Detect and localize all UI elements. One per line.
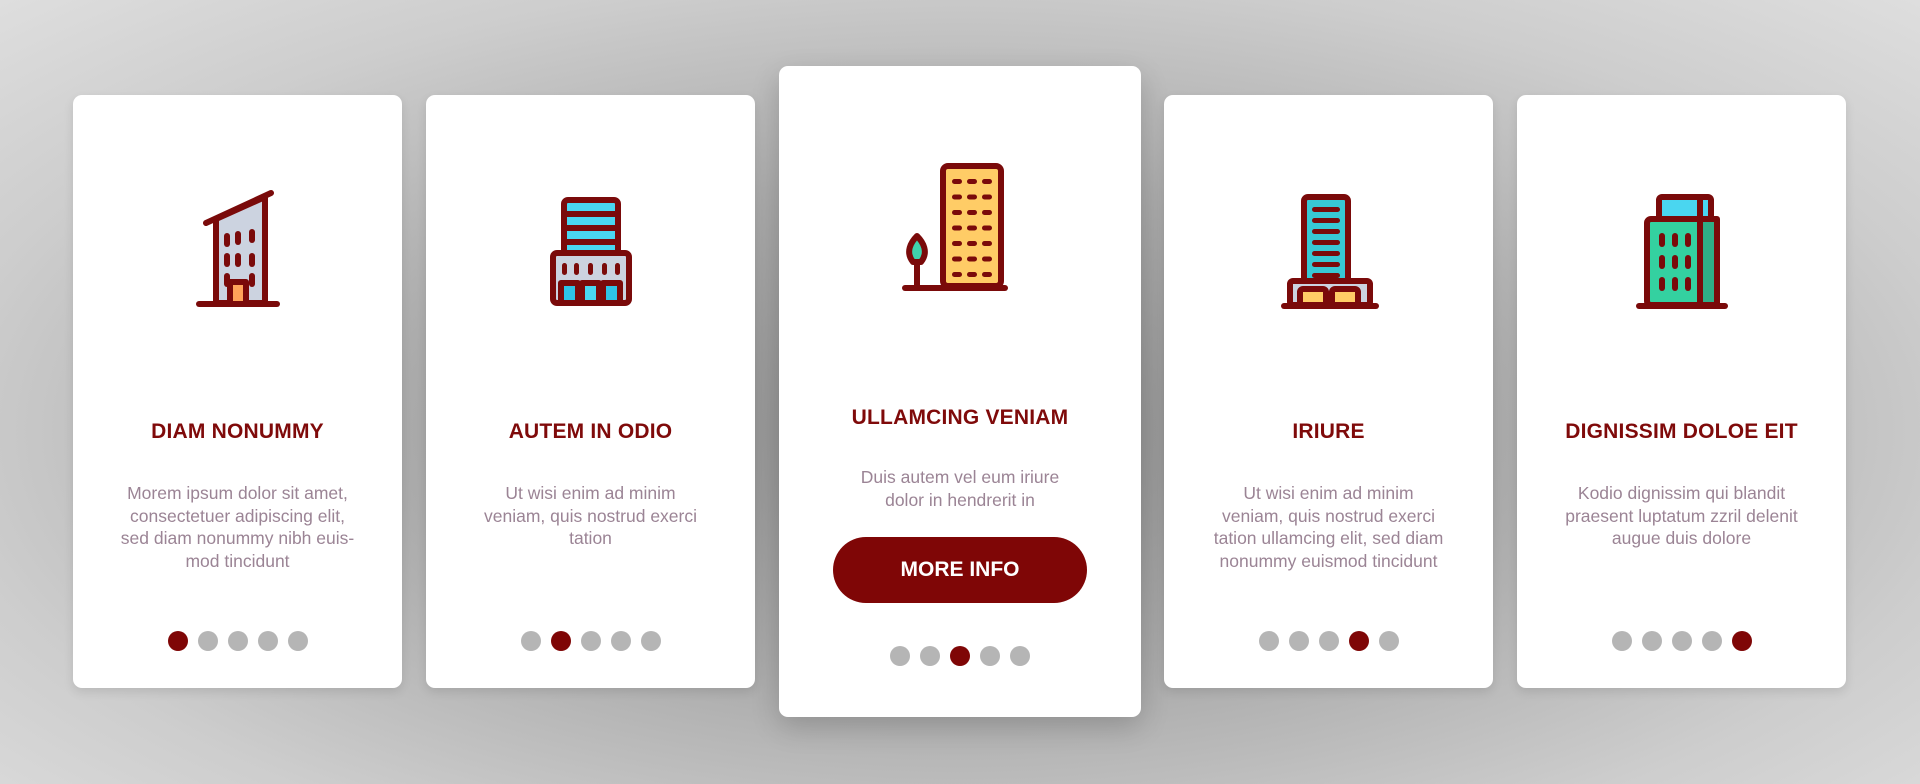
card-title: IRIURE — [1292, 420, 1365, 443]
pagination-dot-2[interactable] — [197, 631, 218, 651]
pagination-dot-3[interactable] — [1671, 631, 1692, 651]
window-mark — [967, 194, 977, 200]
pagination-dots — [426, 631, 755, 651]
pagination-dot-3-active[interactable] — [950, 646, 970, 666]
card-description: Ut wisi enim ad minim veniam, quis nostr… — [456, 482, 725, 550]
card-description: Duis autem vel eum iriure dolor in hendr… — [809, 466, 1111, 511]
pagination-dot-4[interactable] — [257, 631, 278, 651]
onboarding-card-4: IRIURE Ut wisi enim ad minim veniam, qui… — [1164, 95, 1493, 688]
window-mark — [982, 241, 992, 246]
description-line: Duis autem vel eum iriure — [860, 467, 1060, 487]
window-mark — [982, 210, 992, 215]
window-mark — [952, 179, 962, 184]
window-mark — [952, 272, 962, 277]
window-mark — [982, 194, 992, 200]
window-mark — [967, 272, 977, 277]
pagination-dot-4[interactable] — [610, 631, 631, 651]
pagination-dot-1[interactable] — [890, 646, 910, 666]
pagination-dot-1[interactable] — [1611, 631, 1632, 651]
pagination-dot-5[interactable] — [1378, 631, 1399, 651]
pagination-dot-5[interactable] — [640, 631, 661, 651]
highrise-with-tree-icon — [779, 154, 1141, 304]
description-line: Kodio dignissim qui blandit — [1577, 483, 1786, 503]
green-office-building-icon — [1517, 175, 1846, 325]
card-description: Morem ipsum dolor sit amet, consectetuer… — [103, 482, 372, 572]
card-title: ULLAMCING VENIAM — [851, 406, 1069, 429]
card-title: DIAM NONUMMY — [151, 420, 324, 443]
description-line: mod tincidunt — [185, 550, 290, 571]
description-line: veniam, quis nostrud exerci — [483, 505, 698, 526]
description-line: praesent luptatum zzril delenit — [1565, 505, 1798, 526]
onboarding-card-5: DIGNISSIM DOLOE EIT Kodio dignissim qui … — [1517, 95, 1846, 688]
pagination-dot-2[interactable] — [1641, 631, 1662, 651]
description-line: sed diam nonummy nibh euis- — [120, 528, 355, 548]
window-mark — [967, 256, 977, 262]
description-line: dolor in hendrerit in — [885, 489, 1035, 510]
pagination-dots — [779, 646, 1141, 666]
window-mark — [982, 225, 992, 231]
pagination-dots — [1164, 631, 1493, 651]
pagination-dot-4[interactable] — [980, 646, 1000, 666]
pagination-dot-2[interactable] — [920, 646, 940, 666]
description-line: augue duis dolore — [1611, 528, 1752, 548]
pagination-dots — [1517, 631, 1846, 651]
onboarding-card-1: DIAM NONUMMY Morem ipsum dolor sit amet,… — [73, 95, 402, 688]
onboarding-card-2: AUTEM IN ODIO Ut wisi enim ad minim veni… — [426, 95, 755, 688]
card-description: Kodio dignissim qui blandit praesent lup… — [1547, 482, 1816, 550]
window-mark — [982, 272, 992, 277]
card-title: AUTEM IN ODIO — [508, 420, 673, 443]
pagination-dot-1[interactable] — [520, 631, 541, 651]
onboarding-card-3-featured: ULLAMCING VENIAM Duis autem vel eum iriu… — [779, 66, 1141, 717]
pagination-dot-5-active[interactable] — [1731, 631, 1752, 651]
description-line: Ut wisi enim ad minim — [1243, 483, 1414, 503]
description-line: veniam, quis nostrud exerci — [1221, 505, 1436, 526]
description-line: consectetuer adipiscing elit, — [130, 505, 345, 526]
description-line: Morem ipsum dolor sit amet, — [127, 483, 348, 503]
window-mark — [967, 210, 977, 215]
window-mark — [952, 210, 962, 215]
pagination-dot-3[interactable] — [227, 631, 248, 651]
window-mark — [967, 225, 977, 231]
pagination-dot-3[interactable] — [580, 631, 601, 651]
description-line: nonummy euismod tincidunt — [1219, 550, 1438, 571]
window-mark — [967, 179, 977, 184]
pagination-dot-1[interactable] — [1258, 631, 1279, 651]
description-line: Ut wisi enim ad minim — [505, 483, 676, 503]
pagination-dot-5[interactable] — [1010, 646, 1030, 666]
pagination-dot-2[interactable] — [1288, 631, 1309, 651]
leaning-roof-building-icon — [73, 175, 402, 325]
window-mark — [952, 225, 962, 231]
window-mark — [982, 256, 992, 262]
window-mark — [952, 241, 962, 246]
card-description: Ut wisi enim ad minim veniam, quis nostr… — [1194, 482, 1463, 572]
pagination-dot-4[interactable] — [1701, 631, 1722, 651]
pagination-dot-3[interactable] — [1318, 631, 1339, 651]
window-mark — [967, 241, 977, 246]
pagination-dot-5[interactable] — [287, 631, 308, 651]
more-info-button[interactable]: MORE INFO — [833, 537, 1087, 603]
office-tower-with-podium-icon — [426, 175, 755, 325]
pagination-dots — [73, 631, 402, 651]
pagination-dot-4-active[interactable] — [1348, 631, 1369, 651]
window-mark — [982, 179, 992, 184]
card-title: DIGNISSIM DOLOE EIT — [1565, 420, 1798, 443]
skyscraper-with-garage-icon — [1164, 175, 1493, 325]
pagination-dot-1-active[interactable] — [167, 631, 188, 651]
window-mark — [952, 256, 962, 262]
window-mark — [952, 194, 962, 200]
description-line: tation ullamcing elit, sed diam — [1213, 528, 1444, 548]
pagination-dot-2-active[interactable] — [550, 631, 571, 651]
description-line: tation — [569, 528, 612, 548]
